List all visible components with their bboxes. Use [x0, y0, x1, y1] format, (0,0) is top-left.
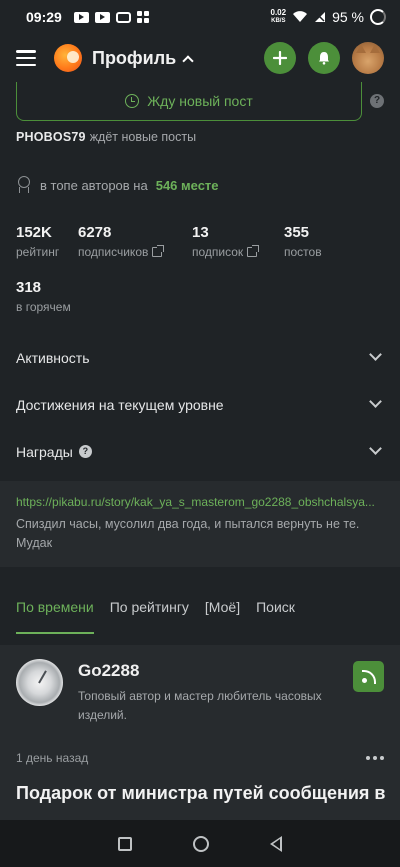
top-authors-prefix: в топе авторов на	[40, 177, 148, 193]
top-authors-rank: в топе авторов на 546 месте	[0, 174, 400, 196]
waiting-line: PHOBOS79 ждёт новые посты	[0, 126, 400, 148]
wait-row: Жду новый пост ?	[0, 82, 400, 126]
tab-search[interactable]: Поиск	[256, 595, 295, 634]
system-nav-bar	[0, 820, 400, 867]
stat-value: 318	[16, 279, 42, 296]
post-title[interactable]: Подарок от министра путей сообщения в	[0, 773, 400, 827]
author-name[interactable]: Go2288	[78, 661, 139, 681]
stat-label: подписок	[192, 245, 284, 259]
network-speed-value: 0.02	[270, 8, 287, 17]
home-icon[interactable]	[192, 835, 209, 852]
add-post-button[interactable]	[264, 42, 296, 74]
section-achievements[interactable]: Достижения на текущем уровне	[0, 381, 400, 428]
stat-hot: 318 в горячем	[16, 279, 384, 314]
tab-by-rating[interactable]: По рейтингу	[110, 595, 189, 634]
notification-app-icon	[115, 11, 131, 23]
stat-label: постов	[284, 245, 322, 259]
profile-content: Жду новый пост ? PHOBOS79 ждёт новые пос…	[0, 82, 400, 827]
back-icon[interactable]	[269, 835, 282, 852]
signal-icon	[315, 12, 326, 22]
stat-rating: 152K рейтинг	[16, 224, 78, 259]
profile-stats: 152K рейтинг 6278 подписчиков 13 подписо…	[0, 224, 400, 334]
battery-level: 95 %	[332, 9, 364, 25]
bio-link[interactable]: https://pikabu.ru/story/kak_ya_s_mastero…	[16, 493, 384, 511]
section-activity[interactable]: Активность	[0, 334, 400, 381]
stat-subscribers[interactable]: 6278 подписчиков	[78, 224, 192, 259]
recent-apps-icon[interactable]	[118, 836, 133, 851]
section-awards[interactable]: Награды ?	[0, 428, 400, 475]
section-title: Награды	[16, 443, 73, 460]
stat-value: 6278	[78, 224, 112, 241]
section-title: Достижения на текущем уровне	[16, 396, 224, 413]
stat-label: рейтинг	[16, 245, 60, 259]
section-title-wrap: Награды ?	[16, 444, 92, 460]
youtube-icon	[73, 11, 89, 23]
help-icon[interactable]: ?	[370, 94, 384, 108]
status-right: 0.02 KB/S 95 %	[271, 9, 386, 25]
chevron-up-icon	[182, 54, 194, 67]
author-card: Go2288 Топовый автор и мастер любитель ч…	[0, 645, 400, 743]
apps-grid-icon	[136, 11, 149, 23]
notifications-button[interactable]	[308, 42, 340, 74]
youtube-icon	[94, 11, 110, 23]
plus-icon	[273, 51, 287, 65]
header-actions	[264, 42, 384, 74]
author-avatar[interactable]	[16, 659, 63, 706]
question-icon[interactable]: ?	[78, 445, 92, 458]
post-meta: 1 день назад	[0, 743, 400, 773]
stat-subscriptions[interactable]: 13 подписок	[192, 224, 284, 259]
medal-icon	[16, 176, 32, 194]
chevron-down-icon	[369, 348, 382, 361]
app-header: Профиль	[0, 34, 400, 82]
external-link-icon	[247, 245, 260, 257]
status-left: 09:29	[26, 9, 149, 25]
stat-posts: 355 постов	[284, 224, 364, 259]
chevron-down-icon	[369, 442, 382, 455]
post-time: 1 день назад	[16, 751, 89, 765]
profile-title-dropdown[interactable]: Профиль	[92, 47, 194, 69]
profile-bio: https://pikabu.ru/story/kak_ya_s_mastero…	[0, 481, 400, 567]
bio-text: Спиздил часы, мусолил два года, и пыталс…	[16, 517, 360, 550]
stat-label: подписчиков	[78, 245, 192, 259]
top-authors-place: 546 месте	[155, 177, 219, 193]
subscribe-rss-button[interactable]	[353, 661, 384, 692]
network-speed: 0.02 KB/S	[271, 9, 287, 25]
stat-value: 152K	[16, 224, 52, 241]
more-options-icon[interactable]	[366, 756, 384, 760]
wait-new-post-button[interactable]: Жду новый пост	[16, 82, 362, 121]
waiting-user[interactable]: PHOBOS79	[16, 130, 86, 144]
tab-mine[interactable]: [Моё]	[205, 595, 240, 634]
alarm-clock-icon	[125, 94, 140, 108]
tab-by-time[interactable]: По времени	[16, 595, 94, 634]
chevron-down-icon	[369, 395, 382, 408]
external-link-icon	[152, 245, 165, 257]
feed-tabs: По времени По рейтингу [Моё] Поиск	[0, 595, 400, 635]
pikabu-logo[interactable]	[54, 44, 82, 72]
battery-icon	[370, 9, 386, 25]
author-description: Топовый автор и мастер любитель часовых …	[78, 689, 322, 722]
wait-button-label: Жду новый пост	[147, 93, 253, 109]
wifi-icon	[293, 11, 308, 22]
stat-value: 355	[284, 224, 310, 241]
menu-icon[interactable]	[16, 50, 36, 66]
user-avatar[interactable]	[352, 42, 384, 74]
waiting-text: ждёт новые посты	[89, 130, 197, 144]
stat-label: в горячем	[16, 300, 71, 314]
network-speed-unit: KB/S	[271, 18, 286, 24]
bell-icon	[319, 52, 329, 65]
stat-value: 13	[192, 224, 209, 241]
status-bar: 09:29 0.02 KB/S 95 %	[0, 0, 400, 34]
page-title: Профиль	[92, 47, 177, 68]
section-title: Активность	[16, 349, 90, 366]
status-time: 09:29	[26, 9, 62, 25]
